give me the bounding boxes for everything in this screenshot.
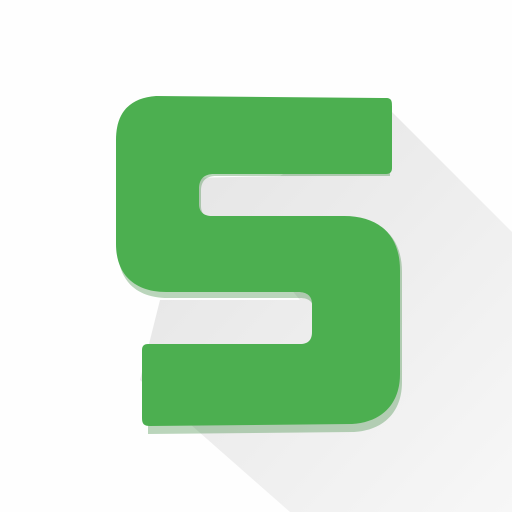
app-icon — [0, 0, 512, 512]
s-logo-graphic — [116, 96, 512, 512]
letter-s-shape — [116, 96, 400, 426]
